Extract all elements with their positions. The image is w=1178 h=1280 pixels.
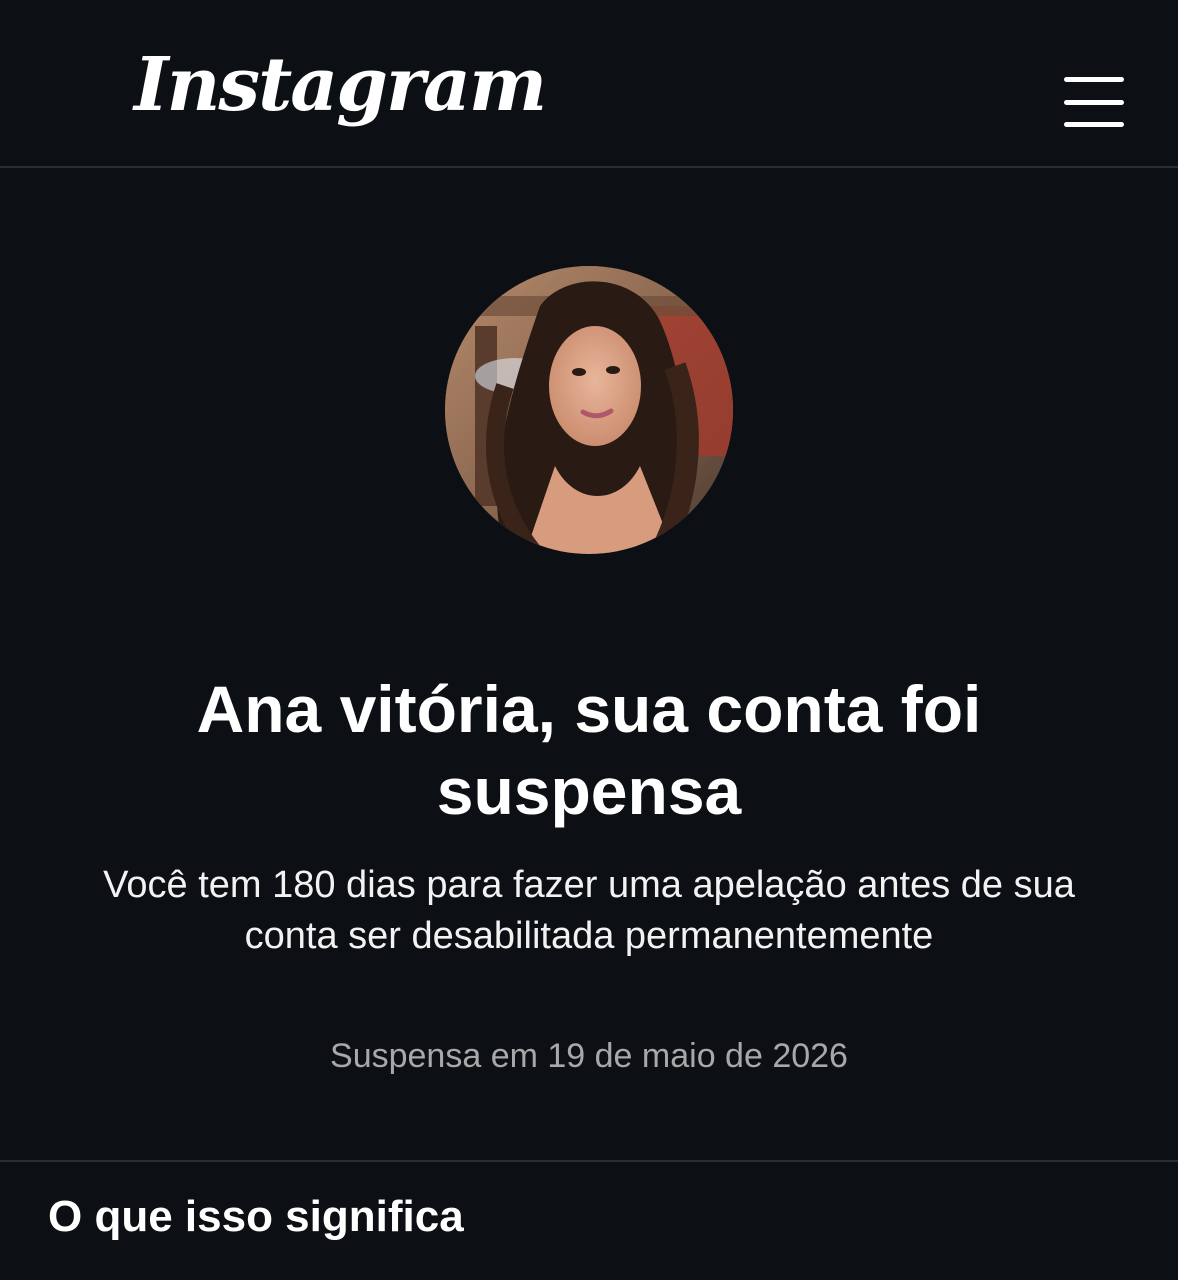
menu-bar-top xyxy=(1064,77,1124,82)
suspension-page: Instagram Ana vitória, sua conta foi sus… xyxy=(0,0,1178,1280)
page-title: Ana vitória, sua conta foi suspensa xyxy=(196,672,982,828)
menu-bar-bottom xyxy=(1064,122,1124,127)
top-bar: Instagram xyxy=(0,0,1178,168)
avatar xyxy=(445,266,733,554)
section-divider xyxy=(0,1160,1178,1162)
menu-bar-middle xyxy=(1064,100,1124,105)
profile-photo-icon xyxy=(445,266,733,554)
suspension-date: Suspensa em 19 de maio de 2026 xyxy=(330,1037,848,1075)
section-heading: O que isso significa xyxy=(48,1192,464,1241)
instagram-logo[interactable]: Instagram xyxy=(134,48,547,122)
suspension-description: Você tem 180 dias para fazer uma apelaçã… xyxy=(103,864,1075,957)
hamburger-menu-button[interactable] xyxy=(1058,70,1130,134)
